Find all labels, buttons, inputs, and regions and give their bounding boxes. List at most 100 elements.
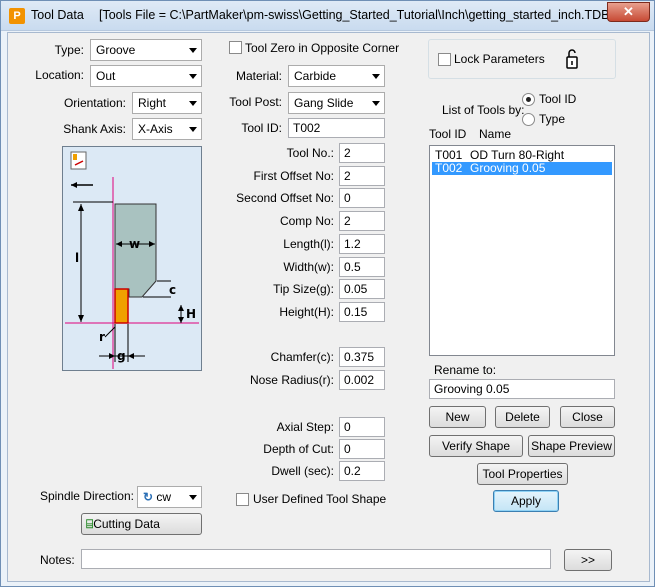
- chevron-down-icon: [372, 74, 380, 79]
- direction-arrow-head: [71, 182, 77, 188]
- lock-icon: [563, 47, 583, 71]
- title-bar: P Tool Data [Tools File = C:\PartMaker\p…: [1, 1, 654, 31]
- user-defined-shape-checkbox[interactable]: [236, 493, 249, 506]
- notes-expand-button[interactable]: >>: [564, 549, 612, 571]
- notes-input[interactable]: [81, 549, 551, 569]
- spindle-direction-label: Spindle Direction:: [39, 489, 134, 503]
- delete-button[interactable]: Delete: [495, 406, 550, 428]
- chamfer-input[interactable]: 0.375: [339, 347, 385, 367]
- close-button[interactable]: Close: [560, 406, 615, 428]
- shank-axis-label: Shank Axis:: [63, 122, 126, 136]
- length-arrow-top: [78, 204, 84, 211]
- label-r: r: [99, 330, 105, 344]
- orientation-select[interactable]: Right: [132, 92, 202, 114]
- chevron-down-icon: [189, 74, 197, 79]
- tool-id-label: Tool ID:: [241, 121, 282, 135]
- dwell-label: Dwell (sec):: [271, 464, 334, 478]
- shank-axis-select[interactable]: X-Axis: [132, 118, 202, 140]
- tool-no-input[interactable]: 2: [339, 143, 385, 163]
- height-label: Height(H):: [279, 305, 334, 319]
- tool-zero-label: Tool Zero in Opposite Corner: [245, 41, 400, 55]
- chevron-down-icon: [189, 127, 197, 132]
- tool-data-window: P Tool Data [Tools File = C:\PartMaker\p…: [0, 0, 655, 587]
- label-l: l: [75, 251, 79, 265]
- axial-step-input[interactable]: 0: [339, 417, 385, 437]
- first-offset-label: First Offset No:: [253, 169, 334, 183]
- tip-size-label: Tip Size(g):: [273, 282, 334, 296]
- tool-shape-diagram: w l c H r g: [62, 146, 202, 371]
- chevron-down-icon: [189, 495, 197, 500]
- dialog-body: Type: Groove Location: Out Orientation: …: [7, 32, 650, 582]
- nose-radius-label: Nose Radius(r):: [249, 373, 334, 387]
- list-by-tool-id-label: Tool ID: [539, 92, 577, 106]
- tool-list-row-id: T001: [435, 148, 463, 162]
- nose-radius-input[interactable]: 0.002: [339, 370, 385, 390]
- tip-size-input[interactable]: 0.05: [339, 279, 385, 299]
- label-w: w: [129, 237, 140, 251]
- groove-tool-drawing: w l c H r g: [65, 151, 199, 369]
- apply-button[interactable]: Apply: [493, 490, 559, 512]
- shape-preview-button[interactable]: Shape Preview: [528, 435, 615, 457]
- window-title: Tool Data: [31, 8, 84, 22]
- tip-arrow-right: [128, 353, 134, 359]
- label-c: c: [169, 283, 176, 297]
- chevron-down-icon: [189, 101, 197, 106]
- verify-shape-button[interactable]: Verify Shape: [429, 435, 523, 457]
- height-arrow-top: [178, 305, 184, 311]
- tip-arrow-left: [109, 353, 115, 359]
- chevron-down-icon: [189, 48, 197, 53]
- depth-of-cut-label: Depth of Cut:: [263, 442, 334, 456]
- tool-list[interactable]: T001 OD Turn 80-Right T002 Grooving 0.05: [429, 145, 615, 356]
- width-input[interactable]: 0.5: [339, 257, 385, 277]
- material-select[interactable]: Carbide: [288, 65, 385, 87]
- tool-properties-button[interactable]: Tool Properties: [477, 463, 568, 485]
- length-input[interactable]: 1.2: [339, 234, 385, 254]
- tools-file-path: [Tools File = C:\PartMaker\pm-swiss\Gett…: [99, 8, 613, 22]
- list-tools-by-label: List of Tools by:: [442, 103, 525, 117]
- rename-to-label: Rename to:: [434, 363, 497, 377]
- width-label: Width(w):: [283, 260, 334, 274]
- material-label: Material:: [235, 69, 282, 83]
- second-offset-label: Second Offset No:: [236, 191, 334, 205]
- comp-no-input[interactable]: 2: [339, 211, 385, 231]
- label-g: g: [117, 349, 126, 363]
- close-window-button[interactable]: ✕: [607, 2, 650, 22]
- height-arrow-bottom: [178, 317, 184, 323]
- tool-insert-shape: [114, 288, 129, 324]
- list-by-tool-id-radio[interactable]: [522, 93, 535, 106]
- notes-label: Notes:: [40, 553, 75, 567]
- tool-zero-checkbox[interactable]: [229, 41, 242, 54]
- chevron-down-icon: [372, 101, 380, 106]
- lock-parameters-label: Lock Parameters: [454, 52, 545, 66]
- depth-of-cut-input[interactable]: 0: [339, 439, 385, 459]
- second-offset-input[interactable]: 0: [339, 188, 385, 208]
- tool-list-row-selected[interactable]: T002 Grooving 0.05: [432, 162, 612, 175]
- orientation-icon-tip: [73, 154, 77, 160]
- tool-id-input[interactable]: T002: [288, 118, 385, 138]
- list-by-type-radio[interactable]: [522, 113, 535, 126]
- user-defined-shape-label: User Defined Tool Shape: [253, 492, 387, 506]
- location-select[interactable]: Out: [90, 65, 202, 87]
- close-icon: ✕: [623, 4, 634, 19]
- rename-input[interactable]: Grooving 0.05: [429, 379, 615, 399]
- cutting-data-button[interactable]: ⌸Cutting Data: [81, 513, 202, 535]
- type-select[interactable]: Groove: [90, 39, 202, 61]
- spindle-direction-select[interactable]: ↻ cw: [137, 486, 202, 508]
- lock-parameters-checkbox[interactable]: [438, 53, 451, 66]
- height-input[interactable]: 0.15: [339, 302, 385, 322]
- dwell-input[interactable]: 0.2: [339, 461, 385, 481]
- column-header-name: Name: [479, 127, 512, 141]
- column-header-tool-id: Tool ID: [429, 127, 467, 141]
- length-arrow-bottom: [78, 315, 84, 322]
- label-H: H: [186, 307, 196, 321]
- chamfer-label: Chamfer(c):: [270, 350, 334, 364]
- tool-post-label: Tool Post:: [229, 95, 282, 109]
- tool-no-label: Tool No.:: [286, 146, 334, 160]
- axial-step-label: Axial Step:: [276, 420, 334, 434]
- tool-list-row-name: Grooving 0.05: [470, 161, 546, 175]
- location-label: Location:: [35, 68, 84, 82]
- tool-post-select[interactable]: Gang Slide: [288, 92, 385, 114]
- comp-no-label: Comp No:: [279, 214, 334, 228]
- first-offset-input[interactable]: 2: [339, 166, 385, 186]
- new-button[interactable]: New: [429, 406, 486, 428]
